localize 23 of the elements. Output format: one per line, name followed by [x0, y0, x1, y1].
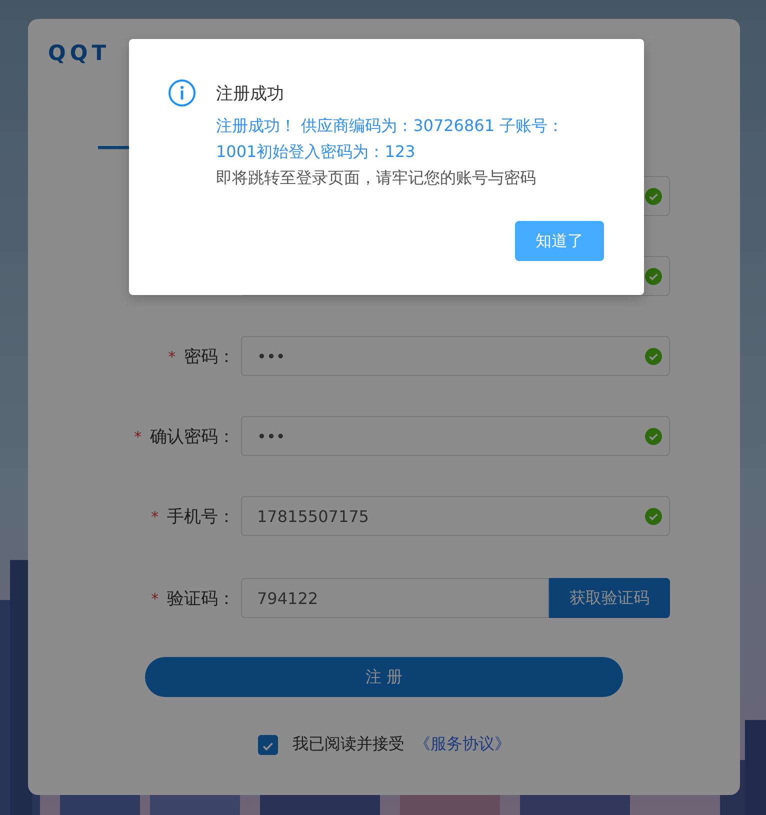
brand-title: QQT [48, 41, 110, 65]
field-label: 验证码： [167, 588, 235, 608]
required-mark: * [151, 590, 159, 608]
input-field[interactable]: 794122 [241, 578, 549, 618]
required-mark: * [168, 348, 176, 366]
input-field[interactable]: 17815507175 [241, 496, 670, 536]
dialog-note: 即将跳转至登录页面，请牢记您的账号与密码 [216, 167, 537, 189]
required-mark: * [151, 508, 159, 526]
service-agreement-link[interactable]: 《服务协议》 [414, 734, 510, 755]
get-code-button[interactable]: 获取验证码 [549, 578, 670, 618]
field-label: 确认密码： [150, 426, 235, 446]
input-field[interactable]: ••• [241, 416, 670, 456]
checkbox[interactable] [258, 734, 278, 754]
input-field[interactable]: ••• [241, 336, 670, 376]
info-icon [168, 79, 196, 107]
field-label: 密码： [184, 346, 235, 366]
dialog-message: 注册成功！ 供应商编码为：30726861 子账号：1001初始登入密码为：123 [216, 115, 565, 163]
confirm-button[interactable]: 知道了 [515, 221, 604, 261]
required-mark: * [134, 428, 142, 446]
register-button[interactable]: 注 册 [145, 657, 623, 697]
field-label: 手机号： [167, 506, 235, 526]
dialog-title: 注册成功 [216, 82, 284, 104]
agreement-text: 我已阅读并接受 [292, 734, 404, 755]
